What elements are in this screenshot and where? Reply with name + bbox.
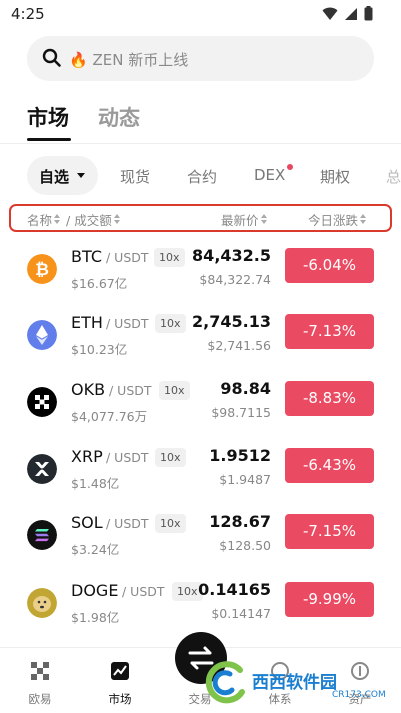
nav-home[interactable]: 欧易	[0, 648, 80, 713]
nav-label: 市场	[108, 692, 132, 706]
coin-row-btc[interactable]: ₿ BTC / USDT 10x $16.67亿 84,432.5 $84,32…	[0, 235, 401, 301]
header-change[interactable]: 今日涨跌	[308, 210, 367, 229]
svg-text:₿: ₿	[35, 260, 49, 280]
coin-price-usd: $84,322.74	[199, 272, 271, 287]
coin-symbol: DOGE	[71, 581, 119, 600]
status-bar: 4:25	[0, 0, 401, 30]
coin-price-usd: $128.50	[219, 538, 271, 553]
market-chart-icon	[111, 662, 129, 680]
subtab-dex[interactable]: DEX	[254, 166, 285, 184]
coin-price: 98.84	[220, 379, 271, 398]
coin-row-eth[interactable]: ETH / USDT 10x $10.23亿 2,745.13 $2,741.5…	[0, 301, 401, 367]
coin-symbol: BTC	[71, 247, 102, 266]
coin-volume: $3.24亿	[71, 542, 120, 557]
coin-pair: / USDT	[106, 250, 149, 265]
watermark-swirl-icon	[205, 661, 245, 704]
okx-logo-icon	[31, 662, 49, 680]
nav-market[interactable]: 市场	[80, 648, 160, 713]
status-icons	[322, 6, 373, 21]
dex-notification-dot	[287, 164, 293, 170]
coin-symbol: OKB	[71, 380, 106, 399]
search-placeholder: 🔥 ZEN 新币上线	[69, 51, 189, 69]
change-badge[interactable]: -6.04%	[285, 248, 374, 283]
change-badge[interactable]: -6.43%	[285, 448, 374, 483]
coin-volume: $1.48亿	[71, 476, 120, 491]
eth-icon	[27, 320, 57, 350]
coin-price-usd: $1.9487	[219, 472, 271, 487]
leverage-badge: 10x	[155, 514, 186, 533]
coin-row-doge[interactable]: DOGE / USDT 10x $1.98亿 0.14165 $0.14147 …	[0, 569, 401, 635]
leverage-badge: 10x	[155, 448, 186, 467]
header-volume: / 成交额	[66, 213, 112, 228]
sort-icon	[360, 214, 367, 225]
coin-volume: $4,077.76万	[71, 409, 148, 424]
doge-icon	[27, 588, 57, 618]
coin-volume: $16.67亿	[71, 276, 128, 291]
coin-price-usd: $2,741.56	[207, 338, 271, 353]
subtab-futures[interactable]: 合约	[187, 166, 217, 187]
divider	[0, 143, 401, 144]
sol-icon	[27, 520, 57, 550]
coin-pair: / USDT	[106, 450, 149, 465]
battery-icon	[364, 6, 373, 21]
btc-icon: ₿	[27, 254, 57, 284]
coin-row-xrp[interactable]: XRP / USDT 10x $1.48亿 1.9512 $1.9487 -6.…	[0, 435, 401, 501]
coin-row-sol[interactable]: SOL / USDT 10x $3.24亿 128.67 $128.50 -7.…	[0, 501, 401, 567]
watermark-url: CR173.COM	[332, 690, 386, 700]
sort-icon	[260, 214, 268, 225]
okb-icon	[27, 387, 57, 417]
leverage-badge: 10x	[155, 314, 186, 333]
leverage-badge: 10x	[154, 248, 185, 267]
status-time: 4:25	[11, 5, 45, 23]
coin-price: 84,432.5	[192, 246, 271, 265]
coin-price: 0.14165	[198, 580, 271, 599]
coin-price: 128.67	[209, 512, 271, 531]
subtab-spot[interactable]: 现货	[120, 166, 150, 187]
fire-icon: 🔥	[69, 51, 88, 69]
coin-price-usd: $98.7115	[211, 405, 271, 420]
tab-underline	[27, 138, 71, 141]
subtab-more[interactable]: 总	[386, 166, 401, 187]
header-name-volume[interactable]: 名称 / 成交额	[27, 210, 121, 229]
header-name: 名称	[27, 213, 53, 228]
coin-pair: / USDT	[122, 584, 165, 599]
change-badge[interactable]: -7.15%	[285, 514, 374, 549]
coin-symbol: SOL	[71, 513, 103, 532]
coin-volume: $10.23亿	[71, 342, 128, 357]
sort-icon	[113, 214, 121, 225]
search-icon	[42, 48, 61, 67]
coin-price-usd: $0.14147	[211, 606, 271, 621]
subtab-watchlist-label: 自选	[39, 168, 70, 186]
tab-market[interactable]: 市场	[27, 102, 69, 132]
wifi-icon	[322, 7, 338, 20]
change-badge[interactable]: -8.83%	[285, 381, 374, 416]
coin-price: 2,745.13	[192, 312, 271, 331]
coin-symbol: XRP	[71, 447, 103, 466]
coin-volume: $1.98亿	[71, 610, 120, 625]
sort-icon	[54, 214, 61, 225]
tab-feed[interactable]: 动态	[98, 102, 140, 132]
xrp-icon	[27, 454, 57, 484]
coin-symbol: ETH	[71, 313, 103, 332]
caret-down-icon	[77, 173, 85, 178]
watermark-logo: 西西软件园 CR173.COM	[200, 660, 400, 706]
subtab-watchlist[interactable]: 自选	[27, 156, 98, 195]
coin-price: 1.9512	[209, 446, 271, 465]
coin-row-okb[interactable]: OKB / USDT 10x $4,077.76万 98.84 $98.7115…	[0, 368, 401, 434]
signal-icon	[345, 7, 357, 20]
change-badge[interactable]: -7.13%	[285, 314, 374, 349]
header-price[interactable]: 最新价	[221, 210, 268, 229]
subtab-options[interactable]: 期权	[320, 166, 350, 187]
search-bar[interactable]: 🔥 ZEN 新币上线	[27, 36, 374, 81]
change-badge[interactable]: -9.99%	[285, 582, 374, 617]
leverage-badge: 10x	[159, 381, 190, 400]
coin-pair: / USDT	[109, 383, 152, 398]
header-change-label: 今日涨跌	[308, 213, 359, 228]
coin-pair: / USDT	[106, 316, 149, 331]
watermark-text: 西西软件园	[252, 673, 337, 693]
header-price-label: 最新价	[221, 213, 259, 228]
coin-pair: / USDT	[106, 516, 149, 531]
nav-label: 欧易	[28, 692, 52, 706]
